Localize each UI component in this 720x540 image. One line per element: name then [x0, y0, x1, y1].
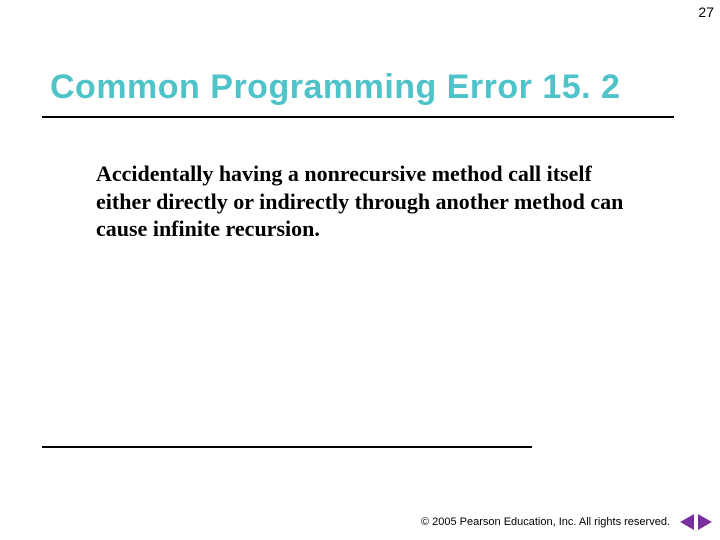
body-text: Accidentally having a nonrecursive metho… — [96, 160, 636, 243]
slide-title: Common Programming Error 15. 2 — [50, 68, 620, 107]
title-underline — [42, 116, 674, 118]
nav-arrows — [680, 514, 712, 530]
page-number: 27 — [698, 4, 714, 20]
copyright-text: © 2005 Pearson Education, Inc. All right… — [421, 516, 670, 528]
copyright-rest: 2005 Pearson Education, Inc. All rights … — [429, 516, 670, 528]
copyright-symbol: © — [421, 516, 429, 528]
previous-slide-icon[interactable] — [680, 514, 694, 530]
footer: © 2005 Pearson Education, Inc. All right… — [421, 514, 712, 530]
bottom-rule — [42, 446, 532, 448]
next-slide-icon[interactable] — [698, 514, 712, 530]
